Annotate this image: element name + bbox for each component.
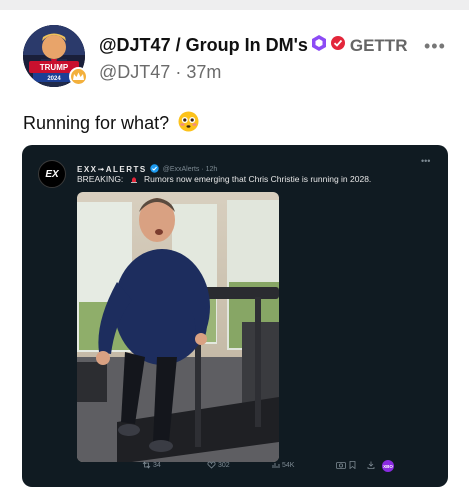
post-header: @DJT47 / Group In DM's GETTR @DJT47 · 37…	[99, 34, 407, 83]
bookmark-icon	[349, 461, 358, 469]
embed-like: 302	[207, 461, 230, 469]
views-icon	[272, 463, 280, 468]
share-icon	[367, 461, 377, 469]
retweet-icon	[142, 461, 151, 469]
view-count: 54K	[282, 461, 295, 469]
embedded-post-image[interactable]: EX EXX➟ALERTS @ExxAlerts · 12h ••• BREAK…	[22, 145, 448, 487]
separator: ·	[175, 62, 182, 82]
headline-text: Rumors now emerging that Chris Christie …	[144, 174, 372, 184]
flushed-face-emoji-icon	[178, 111, 199, 137]
crown-badge-icon	[69, 67, 88, 86]
handle[interactable]: @DJT47	[99, 62, 170, 82]
post-text: Running for what?	[23, 111, 199, 137]
siren-emoji-icon	[130, 175, 138, 185]
platform-label: GETTR	[349, 35, 408, 55]
svg-text:TRUMP: TRUMP	[40, 63, 69, 72]
timestamp: 37m	[186, 62, 222, 82]
svg-text:2024: 2024	[47, 76, 61, 82]
embed-time: 12h	[205, 165, 218, 173]
like-count: 302	[218, 461, 230, 469]
hexagon-verified-icon	[310, 34, 328, 57]
xbo-badge: XBO	[382, 460, 394, 472]
embed-handle-time: @ExxAlerts · 12h	[162, 165, 218, 173]
gettr-check-badge-icon	[330, 35, 346, 56]
display-name[interactable]: @DJT47 / Group In DM's	[99, 35, 308, 56]
embed-headline: BREAKING: Rumors now emerging that Chris…	[77, 174, 371, 185]
embed-reply: 34	[142, 461, 161, 469]
more-options-icon[interactable]: •••	[424, 36, 446, 57]
exx-alerts-logo: EX	[38, 160, 66, 188]
embed-action-bar: 34 302 54K XBO	[22, 460, 448, 475]
embed-account-name: EXX➟ALERTS	[77, 164, 147, 174]
breaking-label: BREAKING:	[77, 174, 124, 184]
treadmill-photo	[77, 192, 279, 462]
embed-views: 54K	[272, 461, 294, 469]
heart-icon	[207, 461, 216, 469]
top-strip	[0, 0, 469, 10]
handle-row: @DJT47 · 37m	[99, 62, 407, 83]
post-body: Running for what?	[23, 113, 170, 133]
camera-icon	[336, 461, 348, 469]
embed-handle: @ExxAlerts	[162, 165, 200, 173]
reply-count: 34	[153, 461, 161, 469]
embed-more-icon: •••	[421, 156, 431, 166]
